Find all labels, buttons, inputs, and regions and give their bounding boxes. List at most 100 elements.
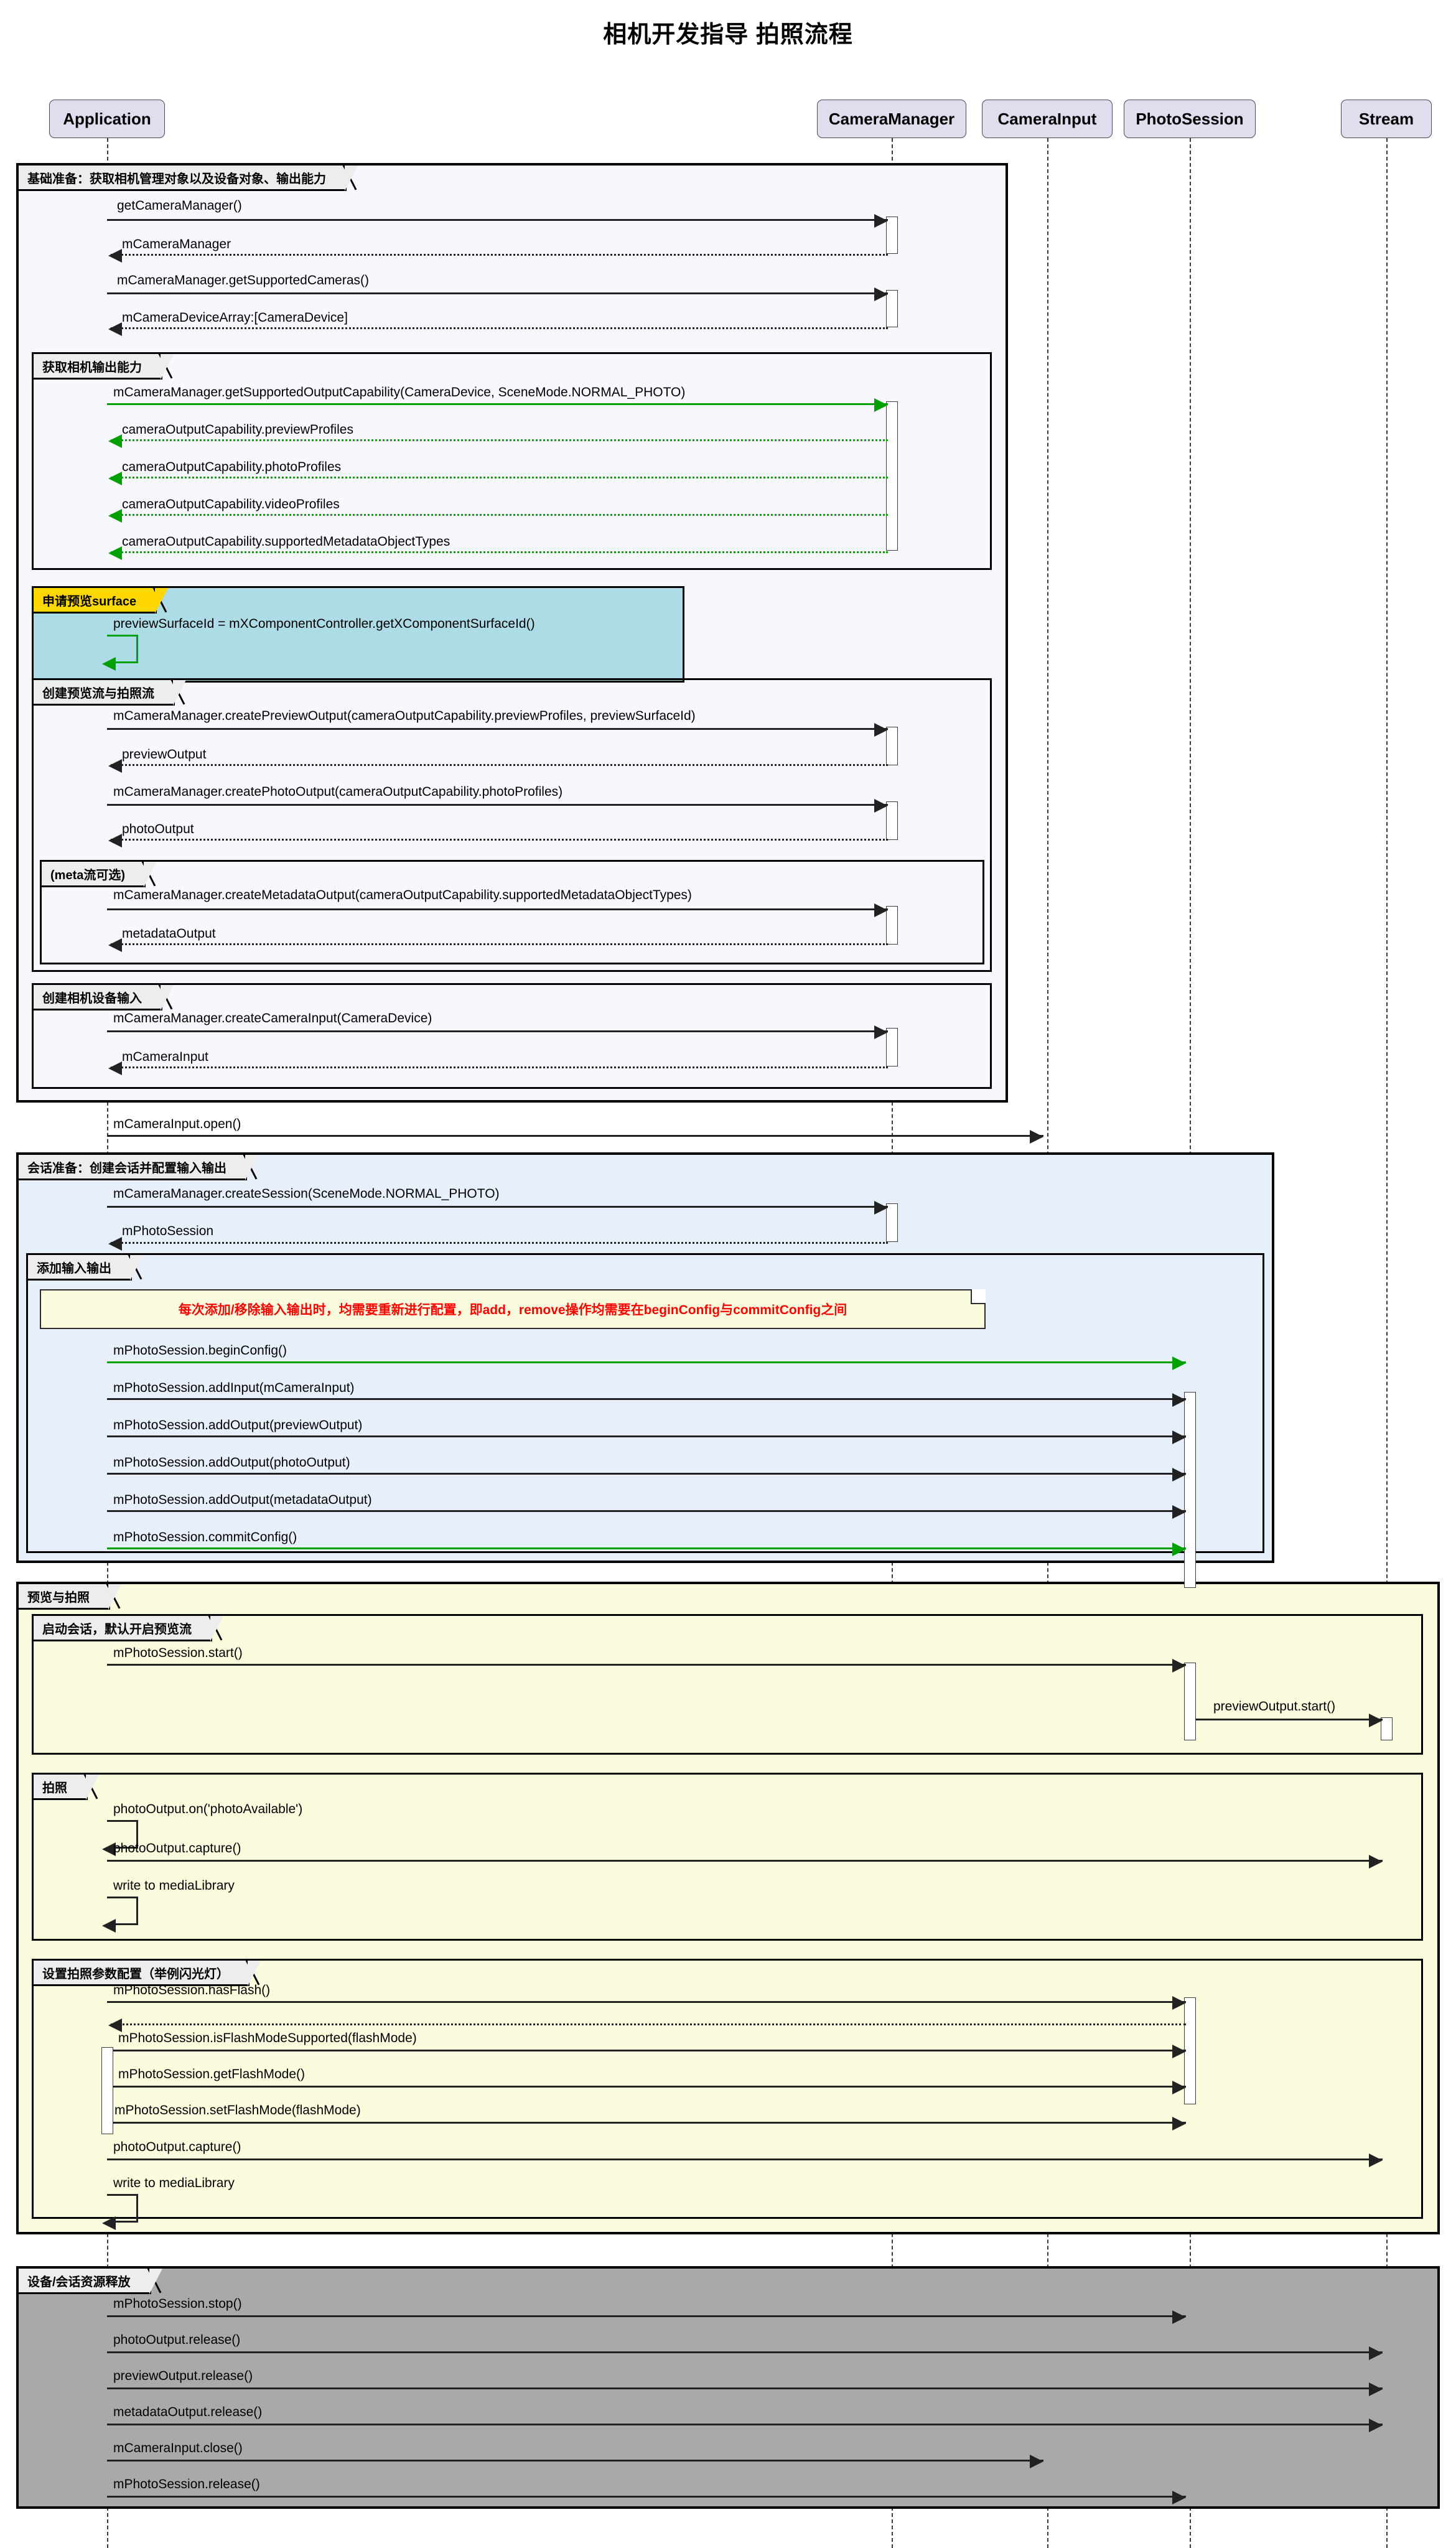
message-label: write to mediaLibrary <box>113 2177 235 2190</box>
arrowhead-right <box>874 1025 888 1039</box>
group-photo-parameter-config: 设置拍照参数配置（举例闪光灯） <box>32 1959 1423 2219</box>
message-arrow <box>111 254 888 256</box>
group-label-text: 预览与拍照 <box>27 1587 90 1605</box>
group-label-text: 获取相机输出能力 <box>42 357 142 375</box>
message-label: previewOutput.release() <box>113 2369 253 2382</box>
participant-label: Application <box>63 110 151 129</box>
message-arrow <box>107 2001 1186 2003</box>
group-label-text: 申请预览surface <box>42 591 136 609</box>
arrowhead-right <box>1172 2491 1186 2504</box>
message-arrow <box>107 1473 1186 1475</box>
message-label: previewSurfaceId = mXComponentController… <box>113 617 535 630</box>
message-arrow <box>111 439 888 441</box>
message-arrow <box>111 551 888 553</box>
message-arrow <box>107 1030 888 1032</box>
arrowhead-right <box>874 799 888 813</box>
message-arrow <box>111 839 888 841</box>
message-arrow <box>107 219 888 221</box>
arrowhead-right <box>1369 2419 1383 2432</box>
message-label: photoOutput.capture() <box>113 1842 241 1855</box>
message-label: photoOutput.capture() <box>113 2140 241 2154</box>
participant-photosession[interactable]: PhotoSession <box>1124 100 1256 138</box>
group-label-slash <box>152 587 169 615</box>
activation-bar <box>101 2047 113 2134</box>
participant-stream[interactable]: Stream <box>1341 100 1432 138</box>
message-arrow <box>107 908 888 910</box>
message-label: mPhotoSession.addOutput(previewOutput) <box>113 1419 362 1432</box>
message-label: getCameraManager() <box>117 199 242 212</box>
message-arrow <box>107 2387 1383 2389</box>
activation-bar <box>886 401 898 551</box>
message-label: mCameraInput <box>122 1050 208 1063</box>
message-label: previewOutput.start() <box>1213 1700 1335 1713</box>
message-arrow <box>113 2050 1186 2051</box>
message-label: mPhotoSession.hasFlash() <box>113 1984 270 1997</box>
message-label: mPhotoSession <box>122 1225 213 1238</box>
arrowhead-right <box>1172 1393 1186 1407</box>
message-label: mCameraManager.createMetadataOutput(came… <box>113 889 692 902</box>
message-arrow <box>111 1242 888 1244</box>
message-arrow <box>107 1664 1186 1666</box>
message-arrow <box>107 1860 1383 1862</box>
group-label-text: 创建相机设备输入 <box>42 988 142 1006</box>
arrowhead-right <box>1172 1659 1186 1673</box>
group-label: 预览与拍照 <box>19 1584 110 1610</box>
arrowhead-left <box>108 834 122 847</box>
group-label: 基础准备：获取相机管理对象以及设备对象、输出能力 <box>19 166 347 191</box>
arrowhead-right <box>1172 1468 1186 1482</box>
arrowhead-left <box>108 322 122 336</box>
arrowhead-left <box>102 2216 116 2230</box>
group-label-slash <box>208 1615 225 1643</box>
participant-camerainput[interactable]: CameraInput <box>982 100 1113 138</box>
message-label: mPhotoSession.addInput(mCameraInput) <box>113 1381 355 1394</box>
group-label-slash <box>141 861 158 889</box>
message-arrow <box>107 1361 1186 1363</box>
message-label: cameraOutputCapability.supportedMetadata… <box>122 535 450 548</box>
participant-application[interactable]: Application <box>49 100 165 138</box>
message-arrow <box>107 804 888 806</box>
arrowhead-right <box>874 723 888 737</box>
message-arrow <box>107 728 888 730</box>
group-label-text: (meta流可选) <box>50 865 125 883</box>
message-arrow <box>107 2315 1186 2317</box>
message-label: mCameraManager.createSession(SceneMode.N… <box>113 1187 500 1200</box>
warning-note-text: 每次添加/移除输入输出时，均需要重新进行配置，即add，remove操作均需要在… <box>179 1300 847 1318</box>
arrowhead-left <box>108 2018 122 2032</box>
message-arrow <box>111 1066 888 1068</box>
message-arrow <box>107 1398 1186 1400</box>
arrowhead-right <box>1030 1130 1043 1144</box>
message-label: write to mediaLibrary <box>113 1879 235 1892</box>
group-label-slash <box>147 2267 164 2295</box>
group-start-session: 启动会话，默认开启预览流 <box>32 1614 1423 1755</box>
arrowhead-right <box>874 287 888 301</box>
message-arrow <box>111 477 888 478</box>
participant-cameramanager[interactable]: CameraManager <box>817 100 966 138</box>
message-label: mCameraInput.close() <box>113 2442 243 2455</box>
message-arrow <box>107 1135 1043 1137</box>
message-label: mPhotoSession.stop() <box>113 2297 242 2310</box>
message-arrow <box>107 1206 888 1208</box>
arrowhead-left <box>108 546 122 560</box>
arrowhead-right <box>1369 1714 1383 1727</box>
message-arrow <box>107 2496 1186 2498</box>
message-label: mCameraManager.createCameraInput(CameraD… <box>113 1012 432 1025</box>
group-label-text: 创建预览流与拍照流 <box>42 683 154 701</box>
message-label: cameraOutputCapability.videoProfiles <box>122 498 340 511</box>
message-arrow <box>113 2086 1186 2088</box>
message-label: mPhotoSession.start() <box>113 1646 243 1659</box>
message-label: metadataOutput.release() <box>113 2406 262 2419</box>
message-label: metadataOutput <box>122 927 216 940</box>
group-label-slash <box>158 353 175 381</box>
group-label: (meta流可选) <box>42 862 146 887</box>
message-label: mPhotoSession.setFlashMode(flashMode) <box>114 2104 361 2117</box>
group-create-camera-input: 创建相机设备输入 <box>32 983 992 1089</box>
message-arrow <box>107 1510 1186 1512</box>
message-arrow <box>107 2460 1043 2462</box>
group-label-slash <box>83 1773 100 1801</box>
group-label: 添加输入输出 <box>28 1255 132 1281</box>
group-label-text: 拍照 <box>42 1778 67 1796</box>
arrowhead-right <box>874 214 888 228</box>
group-label-slash <box>158 984 175 1012</box>
group-label-text: 基础准备：获取相机管理对象以及设备对象、输出能力 <box>27 169 326 187</box>
group-label-slash <box>170 679 187 707</box>
